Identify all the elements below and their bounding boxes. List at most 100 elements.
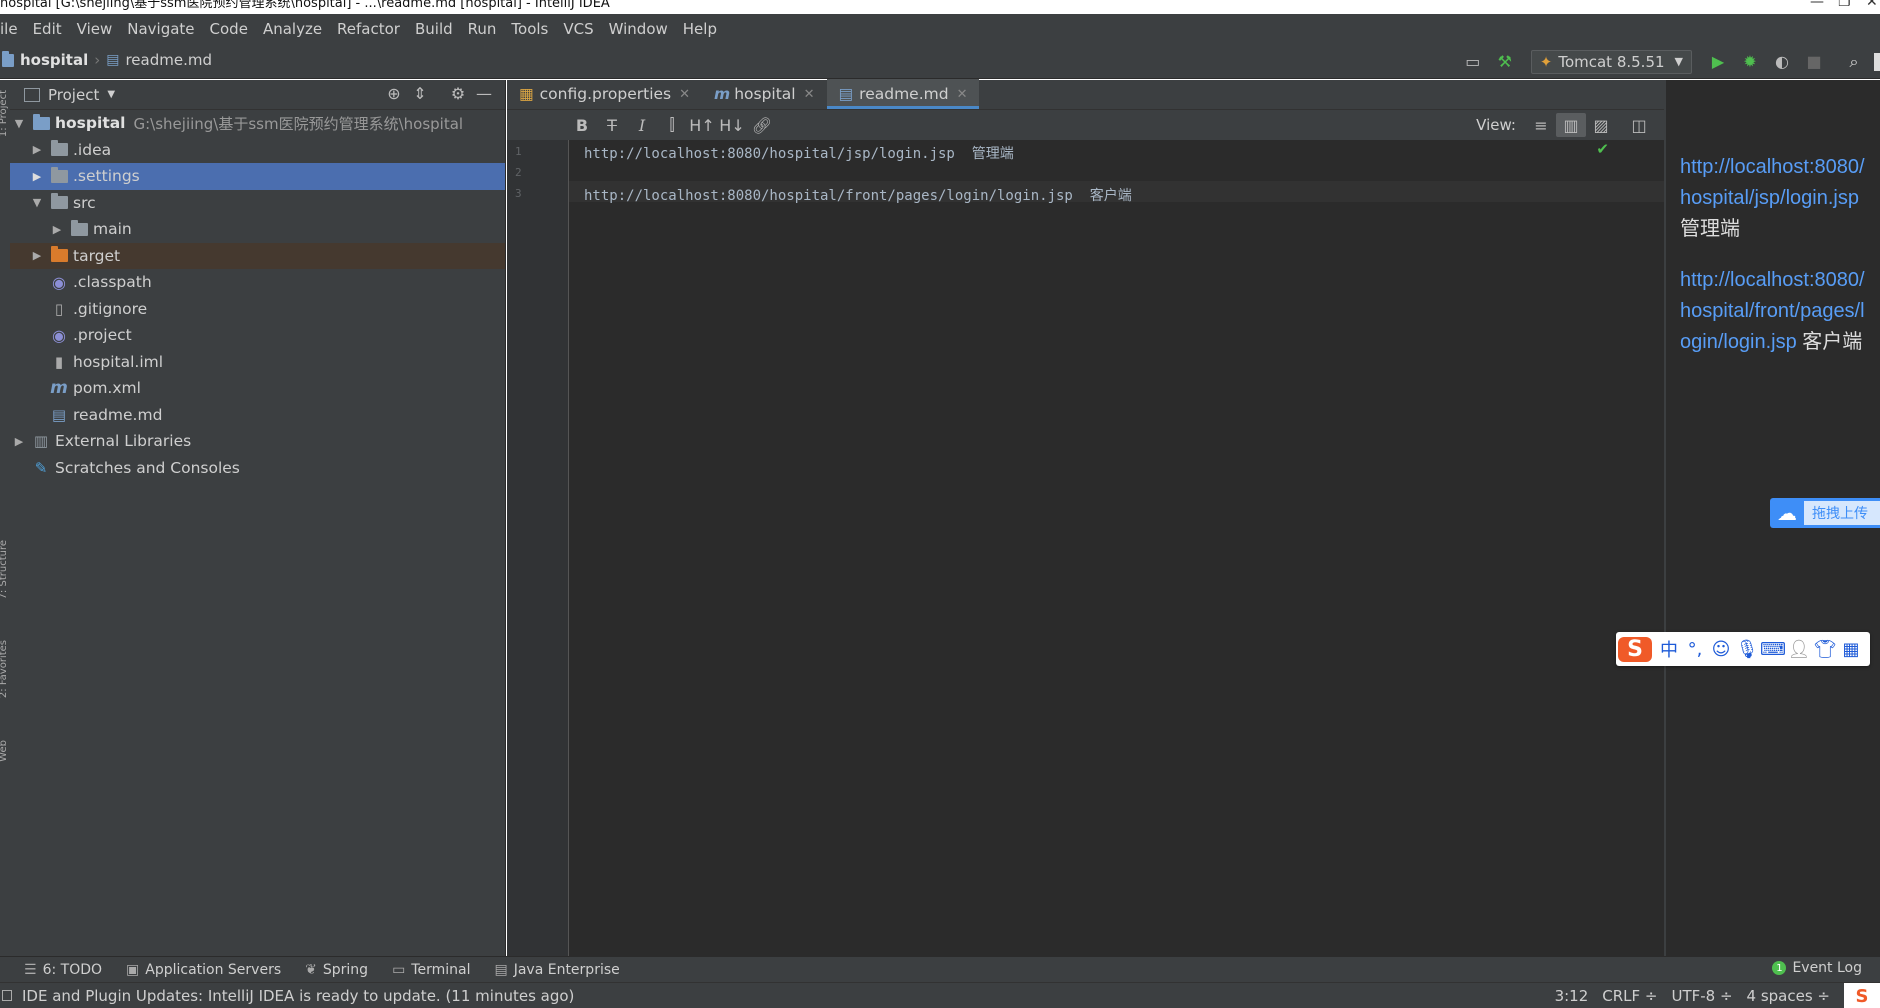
italic-icon[interactable]: I: [627, 116, 657, 135]
close-tab-icon[interactable]: ✕: [679, 87, 690, 102]
status-message[interactable]: IDE and Plugin Updates: IntelliJ IDEA is…: [22, 987, 574, 1005]
tree-item-readme-md[interactable]: ▤ readme.md: [10, 402, 505, 429]
web-tool-tab[interactable]: Web: [0, 740, 9, 762]
expanded-arrow-icon[interactable]: ▼: [30, 196, 44, 210]
menu-vcs[interactable]: VCS: [563, 20, 593, 38]
collapsed-arrow-icon[interactable]: ▶: [50, 222, 64, 236]
menu-tools[interactable]: Tools: [511, 20, 548, 38]
preview-link-admin[interactable]: http://localhost:8080/hospital/jsp/login…: [1680, 156, 1865, 209]
tree-item-gitignore[interactable]: ▯ .gitignore: [10, 296, 505, 323]
code-line[interactable]: http://localhost:8080/hospital/front/pag…: [584, 185, 1132, 205]
menu-navigate[interactable]: Navigate: [127, 20, 194, 38]
menu-code[interactable]: Code: [210, 20, 248, 38]
minimize-icon[interactable]: —: [1810, 0, 1824, 9]
status-toggle-icon[interactable]: [2, 990, 12, 1001]
stop-icon[interactable]: ■: [1802, 50, 1826, 74]
baidu-upload-widget[interactable]: ☁ 拖拽上传: [1770, 498, 1880, 528]
expanded-arrow-icon[interactable]: ▼: [12, 116, 26, 130]
gear-icon[interactable]: ⚙: [445, 84, 471, 103]
tab-readme-md[interactable]: ▤ readme.md ✕: [826, 79, 980, 109]
build-hammer-icon[interactable]: ⚒: [1493, 50, 1517, 74]
collapsed-arrow-icon[interactable]: ▶: [12, 434, 26, 448]
favorites-tool-tab[interactable]: 2: Favorites: [0, 640, 9, 698]
menu-help[interactable]: Help: [683, 20, 717, 38]
header-down-icon[interactable]: H↓: [717, 116, 747, 135]
debug-bug-icon[interactable]: ✹: [1738, 50, 1762, 74]
search-icon[interactable]: ⌕: [1842, 50, 1866, 74]
collapse-all-icon[interactable]: ⇕: [407, 84, 433, 103]
code-text-area[interactable]: http://localhost:8080/hospital/jsp/login…: [569, 140, 1669, 956]
code-line[interactable]: http://localhost:8080/hospital/jsp/login…: [584, 143, 1014, 163]
tree-item-classpath[interactable]: ◉ .classpath: [10, 269, 505, 296]
breadcrumb-project[interactable]: hospital: [20, 51, 88, 69]
menu-build[interactable]: Build: [415, 20, 453, 38]
menu-refactor[interactable]: Refactor: [337, 20, 400, 38]
ime-chinese-mode[interactable]: 中: [1656, 636, 1682, 662]
code-editor[interactable]: 1 2 3 http://localhost:8080/hospital/jsp…: [507, 140, 1669, 956]
split-view-icon[interactable]: ▥: [1556, 113, 1586, 137]
tree-item-hospital-iml[interactable]: ▮ hospital.iml: [10, 349, 505, 376]
keyboard-icon[interactable]: ⌨: [1760, 639, 1786, 660]
breadcrumb-file[interactable]: readme.md: [125, 51, 212, 69]
menu-window[interactable]: Window: [609, 20, 668, 38]
application-servers-tool-button[interactable]: ▣ Application Servers: [126, 962, 281, 978]
header-up-icon[interactable]: H↑: [687, 116, 717, 135]
close-window-icon[interactable]: ✕: [1866, 0, 1878, 9]
tree-item-src[interactable]: ▼ src: [10, 190, 505, 217]
microphone-icon[interactable]: 🎙︎: [1734, 639, 1760, 660]
strikethrough-icon[interactable]: T: [597, 116, 627, 135]
menu-file[interactable]: ile: [0, 20, 18, 38]
structure-tool-tab[interactable]: 7: Structure: [0, 540, 9, 599]
editor-only-icon[interactable]: ≡: [1526, 113, 1556, 137]
tree-item-scratches[interactable]: ✎ Scratches and Consoles: [10, 455, 505, 482]
tree-item-target[interactable]: ▶ target: [10, 242, 505, 269]
project-tool-tab[interactable]: 1: Project: [0, 90, 9, 137]
menu-view[interactable]: View: [77, 20, 113, 38]
run-configuration-select[interactable]: ✦ Tomcat 8.5.51 ▼: [1530, 49, 1692, 74]
locate-crosshair-icon[interactable]: ⊕: [381, 84, 407, 103]
layout-toggle-icon[interactable]: ◫: [1624, 113, 1654, 137]
run-icon[interactable]: ▶: [1706, 50, 1730, 74]
tree-item-pom-xml[interactable]: m pom.xml: [10, 375, 505, 402]
file-encoding[interactable]: UTF-8 ÷: [1671, 987, 1732, 1005]
menu-analyze[interactable]: Analyze: [263, 20, 322, 38]
spring-tool-button[interactable]: ❦ Spring: [305, 962, 368, 978]
grid-menu-icon[interactable]: ▦: [1838, 639, 1864, 660]
emoji-icon[interactable]: ☺: [1708, 639, 1734, 660]
maximize-icon[interactable]: ❐: [1838, 0, 1851, 9]
frame-icon[interactable]: ▭: [1461, 50, 1485, 74]
todo-tool-button[interactable]: ☰ 6: TODO: [24, 962, 102, 978]
close-tab-icon[interactable]: ✕: [804, 87, 815, 102]
collapsed-arrow-icon[interactable]: ▶: [30, 249, 44, 263]
tree-item-external-libraries[interactable]: ▶ ▥ External Libraries: [10, 428, 505, 455]
event-log-button[interactable]: 1 Event Log: [1772, 960, 1862, 976]
indent-setting[interactable]: 4 spaces ÷: [1747, 987, 1830, 1005]
caret-position[interactable]: 3:12: [1555, 987, 1589, 1005]
close-tab-icon[interactable]: ✕: [957, 87, 968, 102]
user-icon[interactable]: 👤︎: [1786, 639, 1812, 660]
collapsed-arrow-icon[interactable]: ▶: [30, 169, 44, 183]
punctuation-icon[interactable]: °,: [1682, 639, 1708, 660]
tab-hospital[interactable]: m hospital ✕: [702, 79, 826, 109]
sogou-ime-toolbar[interactable]: S 中 °, ☺ 🎙︎ ⌨ 👤︎ 👕︎ ▦: [1616, 632, 1870, 666]
tree-item-hospital[interactable]: ▼ hospital G:\shejiing\基于ssm医院预约管理系统\hos…: [10, 110, 505, 137]
skin-shirt-icon[interactable]: 👕︎: [1812, 639, 1838, 660]
hide-panel-icon[interactable]: —: [471, 84, 497, 103]
preview-only-icon[interactable]: ▨: [1586, 113, 1616, 137]
tree-item-main[interactable]: ▶ main: [10, 216, 505, 243]
tree-item-idea[interactable]: ▶ .idea: [10, 137, 505, 164]
tree-item-project[interactable]: ◉ .project: [10, 322, 505, 349]
line-separator[interactable]: CRLF ÷: [1602, 987, 1657, 1005]
sogou-tray-icon[interactable]: S: [1844, 983, 1880, 1008]
menu-edit[interactable]: Edit: [33, 20, 62, 38]
code-icon[interactable]: ⫿: [657, 115, 687, 135]
tree-item-settings[interactable]: ▶ .settings: [10, 163, 505, 190]
bold-icon[interactable]: B: [567, 116, 597, 135]
project-view-selector[interactable]: Project ▼: [24, 86, 115, 104]
coverage-icon[interactable]: ◐: [1770, 50, 1794, 74]
link-icon[interactable]: 🔗︎: [747, 116, 777, 135]
menu-run[interactable]: Run: [468, 20, 497, 38]
java-enterprise-tool-button[interactable]: ▤ Java Enterprise: [494, 962, 619, 978]
collapsed-arrow-icon[interactable]: ▶: [30, 143, 44, 157]
terminal-tool-button[interactable]: ▭ Terminal: [392, 962, 470, 978]
